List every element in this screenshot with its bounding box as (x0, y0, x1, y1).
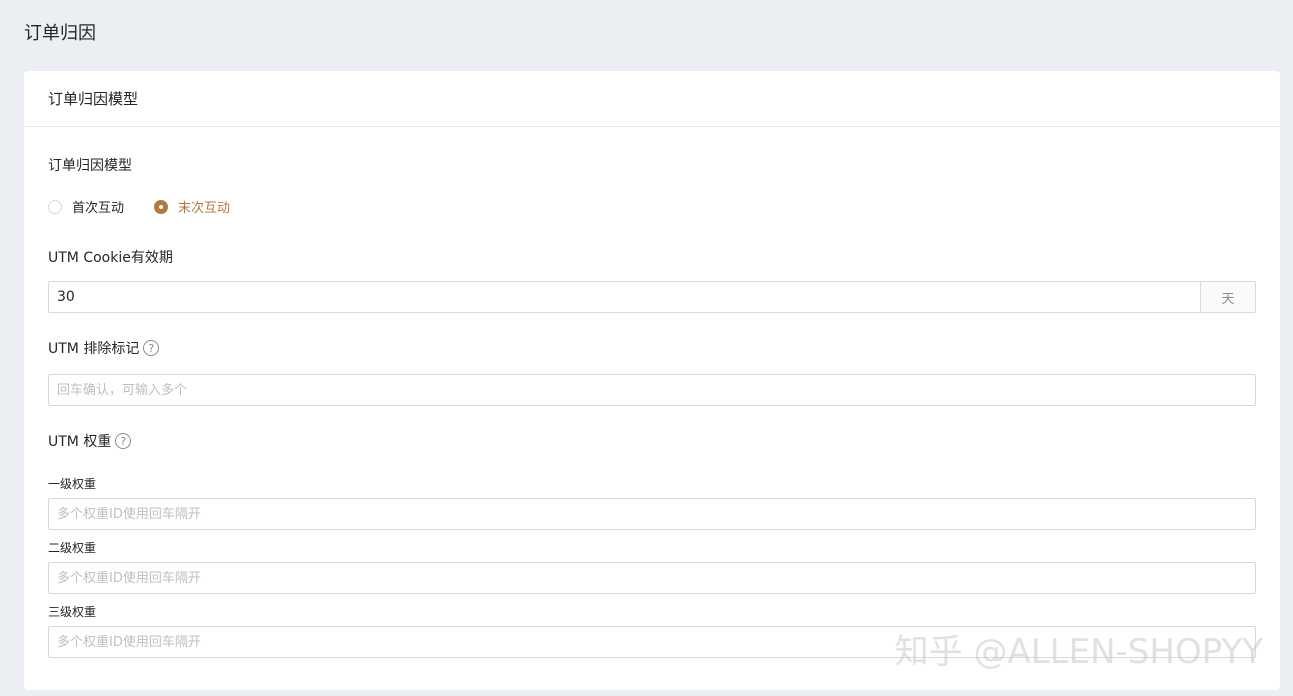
question-circle-icon[interactable]: ? (143, 340, 160, 356)
radio-first-touch[interactable]: 首次互动 (48, 197, 124, 216)
attribution-card: 订单归因模型 订单归因模型 首次互动 末次互动 UTM Cookie有效期 天 … (24, 71, 1280, 690)
weight-level-1-group (48, 498, 1256, 530)
page-title: 订单归因 (24, 23, 96, 44)
exclude-input-group (48, 374, 1256, 406)
weight-level-2-label: 二级权重 (48, 541, 97, 555)
cookie-label: UTM Cookie有效期 (48, 250, 173, 266)
weight-level-3-input[interactable] (48, 626, 1256, 658)
weight-level-3-group (48, 626, 1256, 658)
cookie-days-input[interactable] (48, 281, 1200, 313)
exclude-label-row: UTM 排除标记 ? (48, 338, 160, 358)
weight-level-1-label: 一级权重 (48, 477, 97, 491)
exclude-tags-input[interactable] (48, 374, 1256, 406)
cookie-unit-addon: 天 (1200, 281, 1256, 313)
attribution-model-radio-group: 首次互动 末次互动 (48, 197, 230, 216)
radio-last-touch[interactable]: 末次互动 (154, 197, 230, 216)
cookie-input-group: 天 (48, 281, 1256, 313)
question-circle-icon[interactable]: ? (115, 433, 132, 449)
weight-level-2-input[interactable] (48, 562, 1256, 594)
weight-level-3-label: 三级权重 (48, 605, 97, 619)
weight-level-2-group (48, 562, 1256, 594)
attribution-model-label: 订单归因模型 (48, 158, 132, 174)
radio-first-touch-label: 首次互动 (72, 201, 125, 216)
card-title: 订单归因模型 (48, 90, 139, 108)
radio-last-touch-circle[interactable] (154, 199, 169, 214)
card-header: 订单归因模型 (24, 71, 1280, 127)
radio-first-touch-circle[interactable] (48, 199, 62, 214)
weight-level-1-input[interactable] (48, 498, 1256, 530)
exclude-label: UTM 排除标记 (48, 341, 140, 357)
radio-last-touch-label: 末次互动 (178, 201, 231, 216)
weight-label: UTM 权重 (48, 434, 112, 450)
weight-label-row: UTM 权重 ? (48, 431, 132, 451)
